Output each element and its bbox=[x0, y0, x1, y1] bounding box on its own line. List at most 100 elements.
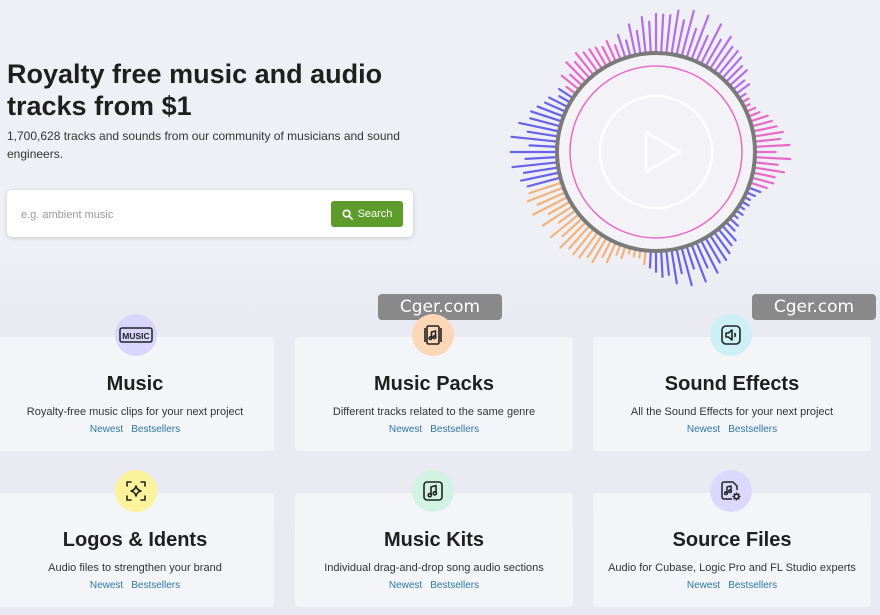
waveform-bar bbox=[591, 238, 607, 264]
newest-link[interactable]: Newest bbox=[389, 580, 422, 591]
newest-link[interactable]: Newest bbox=[687, 580, 720, 591]
watermark: Cger.com bbox=[752, 294, 876, 320]
waveform-bar bbox=[742, 201, 750, 207]
waveform-bar bbox=[640, 16, 647, 53]
waveform-bar bbox=[705, 38, 722, 66]
card-title: Sound Effects bbox=[664, 373, 800, 395]
audio-settings-icon bbox=[710, 470, 752, 512]
waveform-bar bbox=[733, 79, 746, 90]
waveform-bar bbox=[660, 13, 665, 53]
waveform-bar bbox=[744, 196, 751, 201]
waveform-bar bbox=[627, 23, 637, 55]
card-title: Logos & Idents bbox=[62, 529, 208, 551]
waveform-bar bbox=[747, 191, 757, 198]
newest-link[interactable]: Newest bbox=[389, 424, 422, 435]
waveform-bar bbox=[749, 187, 762, 194]
waveform-bar bbox=[755, 143, 791, 148]
search-button[interactable]: Search bbox=[331, 201, 403, 227]
bestsellers-link[interactable]: Bestsellers bbox=[430, 580, 479, 591]
waveform-bar bbox=[750, 182, 768, 190]
waveform-bar bbox=[744, 103, 751, 108]
waveform-bar bbox=[565, 61, 586, 82]
waveform-bar bbox=[726, 64, 744, 82]
waveform-bar bbox=[675, 249, 683, 275]
waveform-bar bbox=[528, 144, 557, 148]
waveform-bar bbox=[747, 106, 757, 113]
card-description: Royalty-free music clips for your next p… bbox=[26, 406, 244, 418]
waveform-bar bbox=[754, 130, 784, 138]
newest-link[interactable]: Newest bbox=[90, 424, 123, 435]
waveform-bar bbox=[739, 205, 746, 211]
newest-link[interactable]: Newest bbox=[90, 580, 123, 591]
waveform-bar bbox=[632, 249, 637, 258]
waveform-bar bbox=[627, 248, 631, 255]
waveform-bar bbox=[750, 114, 769, 122]
hero-subtitle: 1,700,628 tracks and sounds from our com… bbox=[7, 129, 400, 161]
search-input[interactable] bbox=[19, 202, 323, 228]
waveform-bar bbox=[638, 250, 642, 259]
waveform-bar bbox=[733, 214, 739, 220]
bestsellers-link[interactable]: Bestsellers bbox=[131, 580, 180, 591]
waveform-bar bbox=[739, 92, 747, 99]
card-title: Music Kits bbox=[383, 529, 485, 551]
newest-link[interactable]: Newest bbox=[687, 424, 720, 435]
waveform-bar bbox=[665, 13, 672, 53]
waveform-bar bbox=[670, 9, 680, 54]
card-description: Audio files to strengthen your brand bbox=[48, 562, 222, 574]
svg-text:MUSIC: MUSIC bbox=[122, 331, 149, 341]
waveform-bar bbox=[681, 9, 695, 56]
search-bar: Search bbox=[7, 190, 413, 237]
card-title: Music Packs bbox=[373, 373, 495, 395]
waveform-bar bbox=[686, 246, 695, 270]
waveform-bar bbox=[558, 95, 570, 103]
waveform-bar bbox=[574, 52, 594, 75]
waveform-bar bbox=[561, 218, 583, 238]
music-pack-icon bbox=[412, 314, 454, 356]
card-title: Source Files bbox=[672, 529, 792, 551]
waveform-bar bbox=[613, 44, 621, 59]
card-description: Individual drag-and-drop song audio sect… bbox=[324, 562, 544, 574]
waveform-bar bbox=[753, 125, 778, 133]
waveform-bar bbox=[722, 56, 743, 79]
bestsellers-link[interactable]: Bestsellers bbox=[131, 424, 180, 435]
waveform-bar bbox=[522, 166, 558, 174]
search-button-label: Search bbox=[357, 208, 393, 220]
waveform-bar bbox=[665, 251, 671, 276]
sparkle-icon bbox=[115, 470, 157, 512]
bestsellers-link[interactable]: Bestsellers bbox=[728, 580, 777, 591]
bestsellers-link[interactable]: Bestsellers bbox=[728, 424, 777, 435]
card-description: All the Sound Effects for your next proj… bbox=[630, 406, 834, 418]
waveform-bar bbox=[709, 235, 728, 262]
waveform-bar bbox=[526, 130, 558, 138]
waveform-bar bbox=[648, 251, 652, 269]
waveform-bar bbox=[729, 218, 740, 227]
card-description: Different tracks related to the same gen… bbox=[332, 406, 536, 418]
waveform-bar bbox=[573, 60, 590, 79]
waveform-bar bbox=[524, 156, 557, 160]
waveform-bar bbox=[726, 222, 736, 232]
waveform-bar bbox=[620, 246, 626, 260]
waveform-bar bbox=[754, 166, 786, 174]
waveform-bar bbox=[755, 137, 782, 143]
waveform-bar bbox=[755, 161, 779, 166]
waveform-bar bbox=[753, 171, 776, 179]
waveform-bar bbox=[582, 51, 598, 72]
waveform-bar bbox=[749, 111, 761, 117]
waveform-bar bbox=[510, 135, 557, 143]
waveform-bar bbox=[729, 69, 748, 86]
card-title: Music bbox=[106, 373, 164, 395]
waveform-bar bbox=[705, 238, 721, 264]
waveform-bar bbox=[615, 245, 621, 256]
waveform-bar bbox=[691, 245, 707, 283]
waveform-bar bbox=[586, 235, 603, 259]
waveform-bar bbox=[511, 161, 557, 169]
waveform-bar bbox=[560, 74, 579, 90]
waveform-bar bbox=[742, 97, 750, 103]
waveform-bar bbox=[736, 210, 744, 216]
card-description: Audio for Cubase, Logic Pro and FL Studi… bbox=[608, 562, 856, 574]
bestsellers-link[interactable]: Bestsellers bbox=[430, 424, 479, 435]
waveform-bar bbox=[526, 187, 563, 203]
music-label-icon: MUSIC bbox=[115, 314, 157, 356]
waveform-bar bbox=[752, 119, 774, 127]
waveform-bar bbox=[648, 20, 652, 53]
